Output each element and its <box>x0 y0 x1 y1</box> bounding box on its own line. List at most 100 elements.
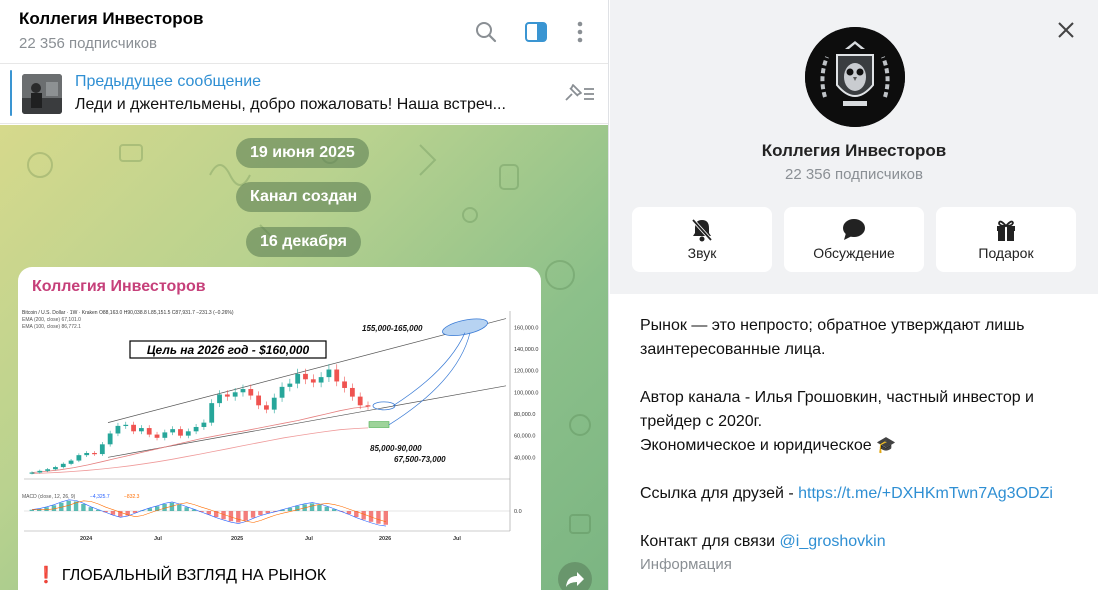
search-icon[interactable] <box>472 18 500 46</box>
candle-body <box>318 377 324 383</box>
pinned-title[interactable]: Предыдущее сообщение <box>75 73 261 91</box>
service-message-pill: Канал создан <box>236 182 372 212</box>
candle-body <box>232 392 238 397</box>
macd-bar <box>184 507 189 511</box>
candle-body <box>287 383 293 387</box>
mute-label: Звук <box>687 245 717 261</box>
btc-chart-image[interactable]: 160,000.0 140,000.0 120,000.0 100,000.0 80,0… <box>18 303 541 559</box>
candle-body <box>279 386 285 398</box>
candle-body <box>295 373 301 384</box>
macd-bar <box>243 511 248 521</box>
more-icon[interactable] <box>566 18 594 46</box>
discussion-label: Обсуждение <box>813 245 895 261</box>
candle-body <box>92 452 97 455</box>
candle-body <box>45 469 51 471</box>
x-tick-label: 2024 <box>80 536 93 542</box>
side-panel-icon[interactable] <box>522 18 550 46</box>
candle-body <box>326 369 332 378</box>
macd-bar <box>324 506 329 511</box>
macd-bar <box>177 504 182 511</box>
candle-body <box>107 433 113 445</box>
candle-body <box>76 455 82 461</box>
macd-value: −4,325.7 <box>90 494 110 500</box>
y-tick-label: 160,000.0 <box>514 325 538 331</box>
candle-body <box>138 428 144 432</box>
pinned-accent-bar <box>10 70 12 116</box>
candle-body <box>334 369 340 382</box>
chat-header[interactable]: Коллегия Инвесторов 22 356 подписчиков <box>0 0 608 64</box>
candle-body <box>68 460 74 464</box>
close-icon[interactable] <box>1054 18 1078 42</box>
x-tick-label: Jul <box>154 536 162 542</box>
candle-body <box>209 403 215 423</box>
candle-body <box>170 429 176 433</box>
y-tick-label: 100,000.0 <box>514 390 538 396</box>
pinned-text[interactable]: Леди и джентельмены, добро пожаловать! Н… <box>75 96 545 114</box>
graduation-cap-icon: 🎓 <box>876 437 896 454</box>
ema100-label: EMA (100, close) 86,772.1 <box>22 324 81 330</box>
discussion-button[interactable]: Обсуждение <box>784 207 924 272</box>
candle-body <box>60 463 66 468</box>
candle-body <box>146 428 152 435</box>
post-author[interactable]: Коллегия Инвесторов <box>32 278 206 296</box>
channel-info-panel: Коллегия Инвесторов 22 356 подписчиков З… <box>610 0 1098 590</box>
description-line-2: Автор канала - Илья Грошовкин, частный и… <box>640 389 1034 430</box>
annotation-lower: 67,500-73,000 <box>394 455 446 464</box>
chart-header-line: Bitcoin / U.S. Dollar · 1W · Kraken O88,… <box>22 310 234 316</box>
info-section-label: Информация <box>640 556 732 573</box>
share-button[interactable] <box>558 562 592 590</box>
candle-body <box>248 389 254 396</box>
candle-body <box>271 397 277 410</box>
macd-bar <box>376 511 381 524</box>
annotation-upper: 155,000-165,000 <box>362 324 423 333</box>
contact-link[interactable]: @i_groshovkin <box>780 533 886 550</box>
candle-body <box>201 422 207 427</box>
exclamation-icon: ❗ <box>36 567 56 584</box>
candle-body <box>240 389 246 393</box>
goal-label: Цель на 2026 год - $160,000 <box>147 343 310 357</box>
description-line-3: Экономическое и юридическое <box>640 437 872 454</box>
candle-body <box>37 470 43 473</box>
support-zone-lower <box>368 421 390 428</box>
macd-tick-label: 0.0 <box>514 509 522 515</box>
candle-body <box>115 425 121 434</box>
candle-body <box>99 444 105 455</box>
x-tick-label: 2025 <box>231 536 243 542</box>
candle-body <box>131 424 136 432</box>
description-line-1: Рынок — это непросто; обратное утверждаю… <box>640 317 1025 358</box>
post-caption: ❗ ГЛОБАЛЬНЫЙ ВЗГЛЯД НА РЫНОК <box>36 565 326 585</box>
about-section: Рынок — это непросто; обратное утверждаю… <box>610 294 1098 590</box>
x-tick-label: 2026 <box>379 536 391 542</box>
macd-bar <box>317 504 322 511</box>
gift-button[interactable]: Подарок <box>936 207 1076 272</box>
link-prefix: Ссылка для друзей - <box>640 485 799 502</box>
candle-body <box>193 426 199 432</box>
candle-body <box>53 467 58 470</box>
pinned-message-bar[interactable]: Предыдущее сообщение Леди и джентельмены… <box>0 64 608 124</box>
channel-avatar[interactable] <box>805 27 905 127</box>
candle-body <box>123 424 129 427</box>
macd-bar <box>309 503 315 511</box>
chat-pane: Коллегия Инвесторов 22 356 подписчиков П… <box>0 0 609 590</box>
pin-list-icon[interactable] <box>560 82 598 106</box>
y-tick-label: 40,000.0 <box>514 455 535 461</box>
macd-signal-value: −832.3 <box>124 494 140 500</box>
mute-button[interactable]: Звук <box>632 207 772 272</box>
chat-title[interactable]: Коллегия Инвесторов <box>19 9 203 29</box>
macd-bar <box>51 505 57 511</box>
macd-bar <box>44 507 49 511</box>
invite-link[interactable]: https://t.me/+DXHKmTwn7Ag3ODZi <box>798 485 1053 502</box>
macd-bar <box>258 511 263 516</box>
macd-label: MACD (close, 12, 26, 9) <box>22 494 76 500</box>
candle-body <box>162 432 168 438</box>
candle-body <box>365 405 371 407</box>
channel-post[interactable]: Коллегия Инвесторов 160,000.0 140,000.0 12… <box>18 267 541 590</box>
chat-subscriber-count: 22 356 подписчиков <box>19 35 158 52</box>
gift-label: Подарок <box>978 245 1034 261</box>
macd-bar <box>361 511 366 520</box>
bell-off-icon <box>632 217 772 243</box>
message-feed[interactable]: 19 июня 2025 Канал создан 16 декабря Кол… <box>0 125 608 590</box>
ema200-label: EMA (200, close) 67,101.0 <box>22 317 81 323</box>
y-tick-label: 80,000.0 <box>514 412 535 418</box>
candle-body <box>154 434 160 438</box>
